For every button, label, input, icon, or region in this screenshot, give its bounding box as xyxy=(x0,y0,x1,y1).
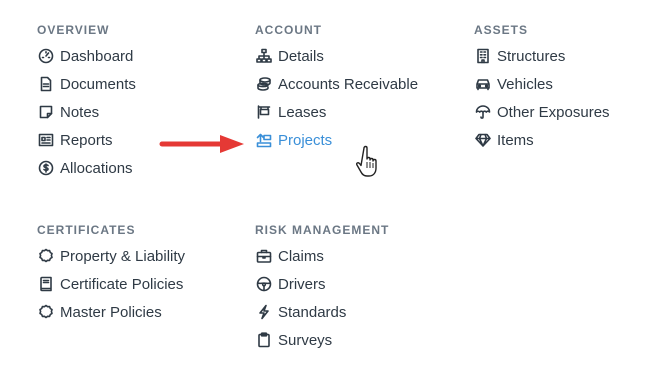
nav-item-label: Surveys xyxy=(278,331,333,349)
nav-item-label: Allocations xyxy=(60,159,133,177)
coins-icon xyxy=(255,75,273,93)
nav-item-label: Accounts Receivable xyxy=(278,75,419,93)
projects-icon xyxy=(255,131,273,149)
nav-item-allocations[interactable]: Allocations xyxy=(37,154,136,182)
nav-item-label: Documents xyxy=(60,75,136,93)
account-section: ACCOUNT Details Accounts Receivable Leas… xyxy=(255,22,418,154)
nav-item-label: Standards xyxy=(278,303,347,321)
certificate-icon xyxy=(37,247,55,265)
nav-item-label: Reports xyxy=(60,131,113,149)
nav-item-projects[interactable]: Projects xyxy=(255,126,418,154)
nav-item-label: Projects xyxy=(278,131,333,149)
sign-icon xyxy=(255,103,273,121)
nav-item-master-policies[interactable]: Master Policies xyxy=(37,298,185,326)
overview-title: OVERVIEW xyxy=(37,23,110,37)
nav-item-dashboard[interactable]: Dashboard xyxy=(37,42,136,70)
bolt-icon xyxy=(255,303,273,321)
assets-title: ASSETS xyxy=(474,23,529,37)
nav-item-label: Items xyxy=(497,131,534,149)
nav-item-claims[interactable]: Claims xyxy=(255,242,389,270)
hand-pointer-cursor-icon xyxy=(356,145,377,177)
nav-item-notes[interactable]: Notes xyxy=(37,98,136,126)
risk-management-section: RISK MANAGEMENT Claims Drivers Standards… xyxy=(255,222,389,354)
document-icon xyxy=(37,75,55,93)
report-icon xyxy=(37,131,55,149)
nav-item-surveys[interactable]: Surveys xyxy=(255,326,389,354)
nav-item-label: Notes xyxy=(60,103,100,121)
note-icon xyxy=(37,103,55,121)
account-title: ACCOUNT xyxy=(255,23,322,37)
assets-section: ASSETS Structures Vehicles Other Exposur… xyxy=(474,22,610,154)
nav-item-details[interactable]: Details xyxy=(255,42,418,70)
nav-item-label: Master Policies xyxy=(60,303,162,321)
clipboard-icon xyxy=(255,331,273,349)
certificates-section: CERTIFICATES Property & Liability Certif… xyxy=(37,222,185,326)
certificates-title: CERTIFICATES xyxy=(37,223,136,237)
nav-item-structures[interactable]: Structures xyxy=(474,42,610,70)
overview-section: OVERVIEW Dashboard Documents Notes Repor… xyxy=(37,22,136,182)
nav-item-label: Drivers xyxy=(278,275,326,293)
nav-item-label: Structures xyxy=(497,47,566,65)
umbrella-icon xyxy=(474,103,492,121)
nav-item-label: Property & Liability xyxy=(60,247,186,265)
nav-item-certificate-policies[interactable]: Certificate Policies xyxy=(37,270,185,298)
nav-item-documents[interactable]: Documents xyxy=(37,70,136,98)
nav-item-leases[interactable]: Leases xyxy=(255,98,418,126)
annotation-arrow-icon xyxy=(159,135,244,153)
dashboard-icon xyxy=(37,47,55,65)
briefcase-icon xyxy=(255,247,273,265)
gem-icon xyxy=(474,131,492,149)
risk-management-title: RISK MANAGEMENT xyxy=(255,223,390,237)
nav-item-label: Certificate Policies xyxy=(60,275,184,293)
nav-item-drivers[interactable]: Drivers xyxy=(255,270,389,298)
nav-item-items[interactable]: Items xyxy=(474,126,610,154)
nav-item-label: Dashboard xyxy=(60,47,134,65)
nav-item-label: Other Exposures xyxy=(497,103,610,121)
steering-wheel-icon xyxy=(255,275,273,293)
dollar-circle-icon xyxy=(37,159,55,177)
nav-item-reports[interactable]: Reports xyxy=(37,126,136,154)
nav-item-label: Claims xyxy=(278,247,324,265)
nav-item-label: Vehicles xyxy=(497,75,553,93)
nav-item-label: Leases xyxy=(278,103,327,121)
car-icon xyxy=(474,75,492,93)
nav-item-accounts-receivable[interactable]: Accounts Receivable xyxy=(255,70,418,98)
nav-item-standards[interactable]: Standards xyxy=(255,298,389,326)
book-icon xyxy=(37,275,55,293)
nav-item-other-exposures[interactable]: Other Exposures xyxy=(474,98,610,126)
certificate-icon xyxy=(37,303,55,321)
building-icon xyxy=(474,47,492,65)
nav-item-property-liability[interactable]: Property & Liability xyxy=(37,242,185,270)
sitemap-icon xyxy=(255,47,273,65)
nav-item-vehicles[interactable]: Vehicles xyxy=(474,70,610,98)
nav-item-label: Details xyxy=(278,47,324,65)
